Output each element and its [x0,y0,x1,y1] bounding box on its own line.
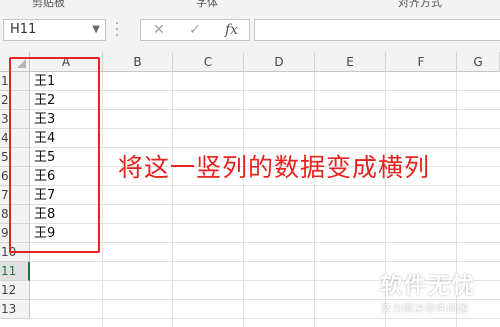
name-box[interactable]: H11 ▼ [3,19,106,41]
highlight-box [9,57,100,253]
formula-input[interactable] [254,19,500,41]
grip-dots-icon[interactable]: · · · [114,17,120,43]
enter-icon[interactable]: ✓ [189,20,201,40]
column-header-d[interactable]: D [244,52,315,72]
column-header-c[interactable]: C [173,52,244,72]
name-box-value: H11 [10,22,37,37]
column-header-f[interactable]: F [386,52,457,72]
column-header-b[interactable]: B [103,52,173,72]
watermark-subtitle: 努力解决软件问题 [381,304,469,315]
annotation-text: 将这一竖列的数据变成横列 [118,153,431,182]
insert-function-icon[interactable]: fx [225,20,238,40]
row-header-13[interactable]: 13 [0,300,30,319]
column-header-g[interactable]: G [457,52,500,72]
row-header-11[interactable]: 11 [0,262,30,281]
cancel-icon[interactable]: ✕ [153,20,165,40]
formula-bar: H11 ▼ · · · ✕ ✓ fx [0,8,500,52]
column-header-e[interactable]: E [315,52,386,72]
row-header-12[interactable]: 12 [0,281,30,300]
chevron-down-icon[interactable]: ▼ [92,20,100,40]
watermark-title: 软件无忧 [380,274,477,299]
formula-buttons: ✕ ✓ fx [140,19,250,41]
